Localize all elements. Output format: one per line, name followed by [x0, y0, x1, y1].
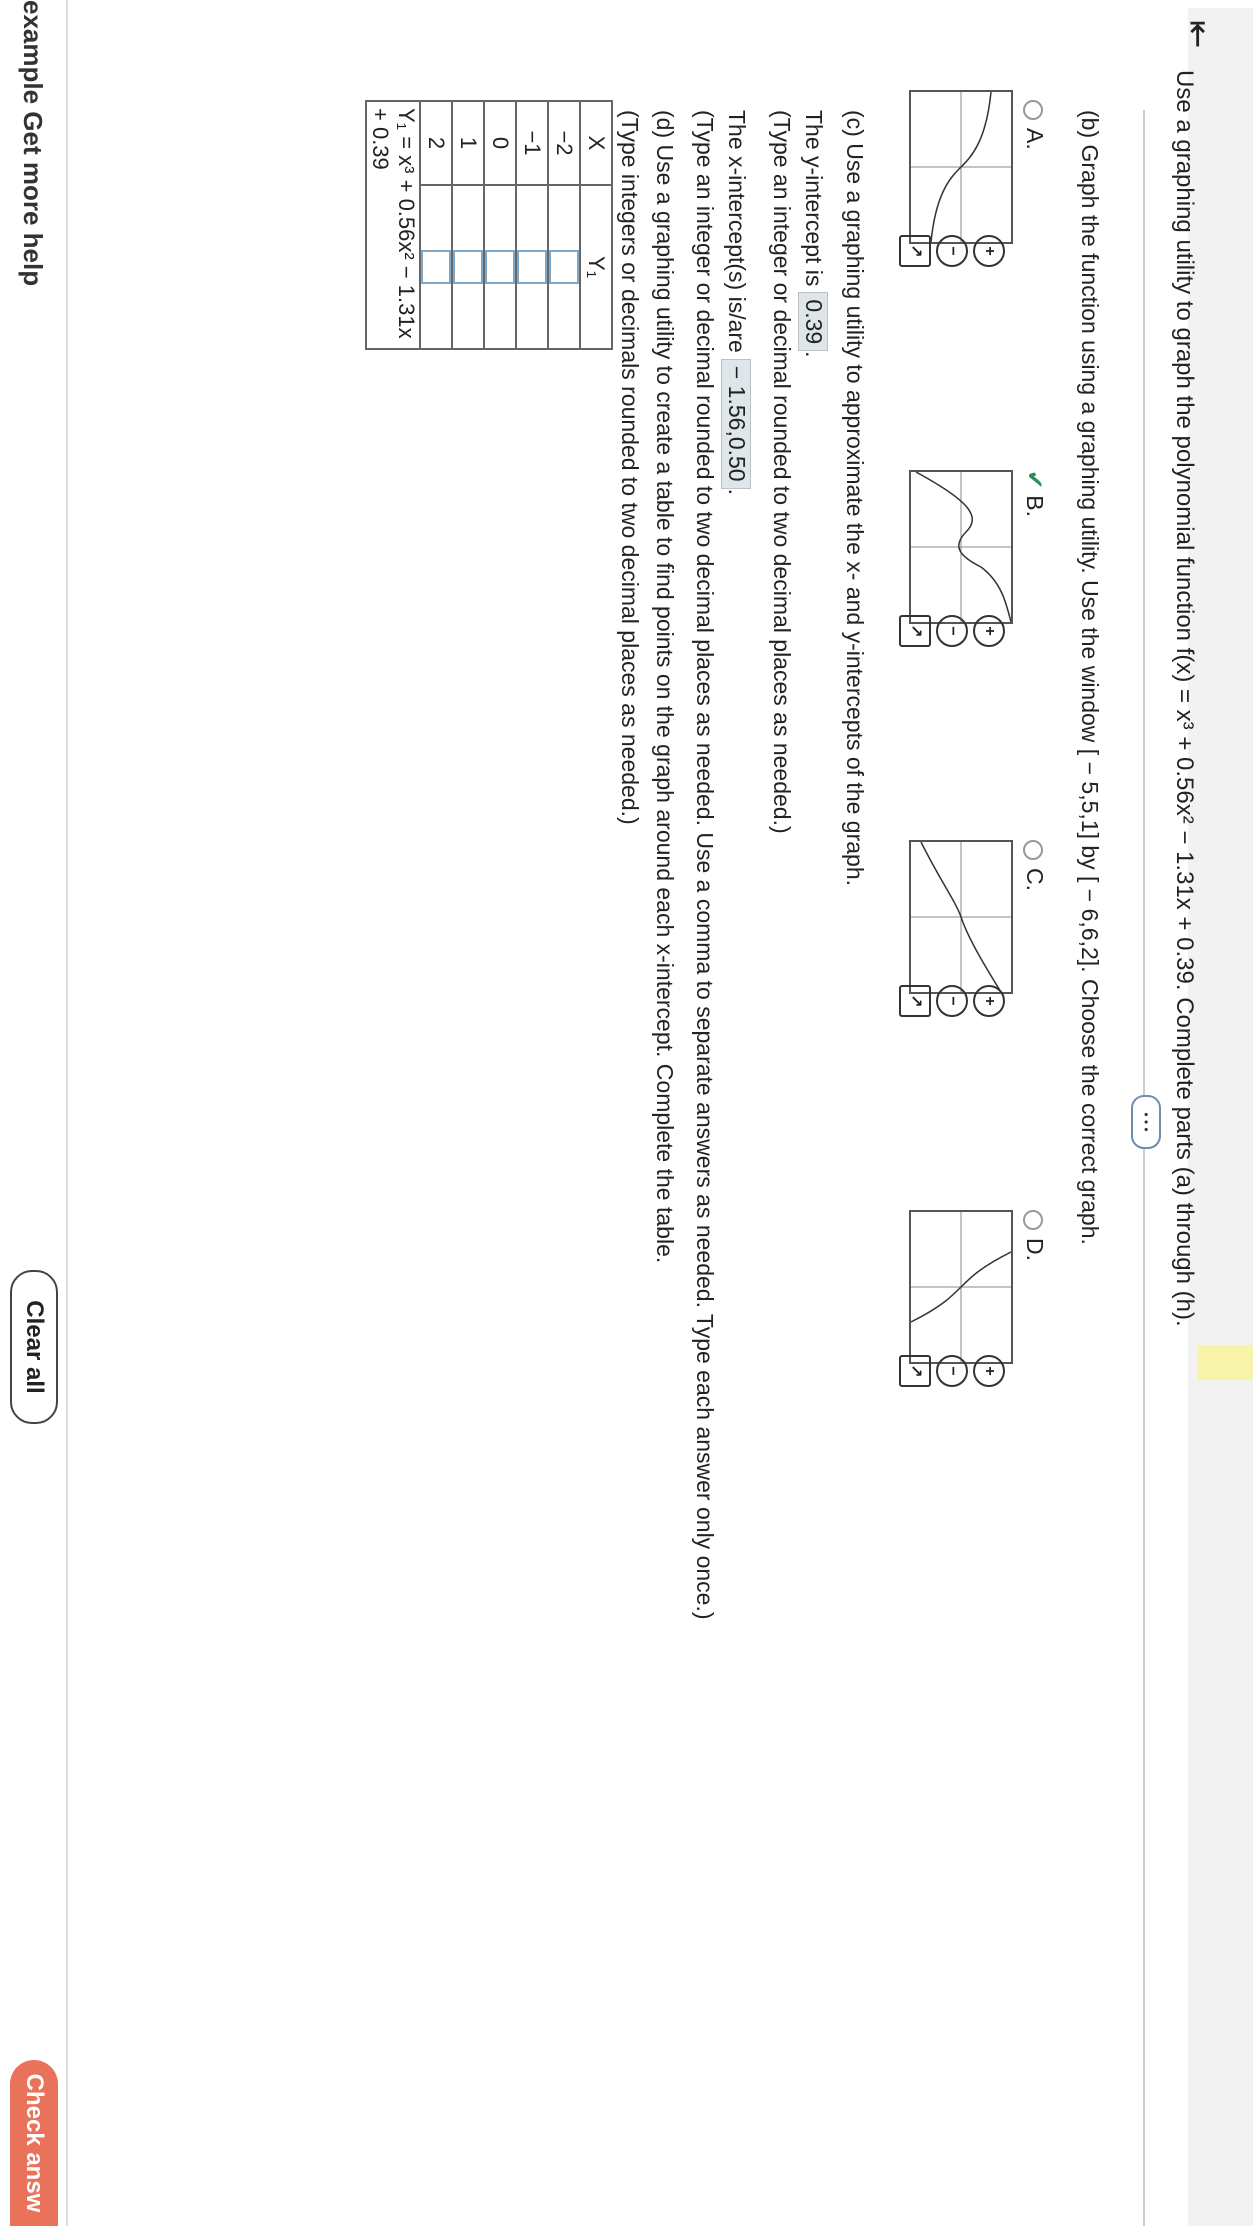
row-x: −1 — [516, 101, 548, 185]
get-more-help-link[interactable]: example Get more help — [17, 0, 48, 286]
expand-icon[interactable]: ↗ — [899, 235, 931, 267]
expand-dots-button[interactable]: • • • — [1131, 1095, 1161, 1149]
option-b-letter: B. — [1022, 495, 1048, 518]
option-a-letter: A. — [1022, 128, 1048, 150]
divider — [1143, 110, 1145, 2226]
zoom-in-icon[interactable]: + — [973, 615, 1005, 647]
table-cell[interactable] — [516, 185, 548, 349]
graph-a — [909, 90, 1013, 244]
back-arrow-icon[interactable]: ⇤ — [1178, 20, 1218, 49]
expand-icon[interactable]: ↗ — [899, 985, 931, 1017]
zoom-out-icon[interactable]: − — [936, 1355, 968, 1387]
table-cell[interactable] — [484, 185, 516, 349]
part-d-hint: (Type integers or decimals rounded to tw… — [617, 110, 643, 825]
y-hint: (Type an integer or decimal rounded to t… — [769, 110, 795, 834]
row-x: 2 — [420, 101, 452, 185]
part-b-prompt: (b) Graph the function using a graphing … — [1077, 110, 1103, 1245]
radio-d[interactable] — [1023, 1210, 1044, 1230]
highlight-tab — [1198, 1345, 1253, 1380]
option-c-letter: C. — [1022, 868, 1048, 891]
option-d[interactable]: D. — [1020, 1210, 1048, 1261]
expand-icon[interactable]: ↗ — [899, 1355, 931, 1387]
clear-all-button[interactable]: Clear all — [10, 1270, 58, 1424]
row-x: −2 — [548, 101, 580, 185]
option-c[interactable]: C. — [1020, 840, 1048, 891]
rotated-page: ⇤ Use a graphing utility to graph the po… — [0, 0, 1253, 2226]
check-answer-button[interactable]: Check answ — [10, 2060, 58, 2226]
table-cell[interactable] — [452, 185, 484, 349]
selected-check-icon: ✔ — [1022, 470, 1048, 490]
graph-c — [909, 840, 1013, 994]
zoom-out-icon[interactable]: − — [936, 985, 968, 1017]
zoom-in-icon[interactable]: + — [973, 985, 1005, 1017]
values-table: X Y₁ −2 −1 0 1 2 Y₁ = x³ + 0.56x² − 1.31x… — [365, 100, 613, 350]
zoom-in-icon[interactable]: + — [973, 1355, 1005, 1387]
part-d-prompt: (d) Use a graphing utility to create a t… — [652, 110, 678, 1264]
part-c-prompt: (c) Use a graphing utility to approximat… — [842, 110, 868, 887]
expand-icon[interactable]: ↗ — [899, 615, 931, 647]
x-intercepts-input[interactable]: − 1.56,0.50 — [721, 358, 751, 489]
row-x: 1 — [452, 101, 484, 185]
table-cell[interactable] — [420, 185, 452, 349]
y-intercept-label: The y-intercept is — [801, 110, 827, 287]
col-y-header: Y₁ — [580, 185, 612, 349]
question-text: Use a graphing utility to graph the poly… — [1171, 70, 1198, 1327]
x-hint: (Type an integer or decimal rounded to t… — [692, 110, 718, 1620]
option-d-letter: D. — [1022, 1238, 1048, 1261]
x-intercepts-label: The x-intercept(s) is/are — [724, 110, 750, 353]
footer-divider — [66, 0, 68, 2226]
option-a[interactable]: A. — [1020, 100, 1048, 150]
table-footer: Y₁ = x³ + 0.56x² − 1.31x + 0.39 — [366, 101, 420, 349]
col-x-header: X — [580, 101, 612, 185]
y-intercept-line: The y-intercept is0.39. — [798, 110, 828, 358]
zoom-in-icon[interactable]: + — [973, 235, 1005, 267]
option-b[interactable]: ✔ B. — [1020, 470, 1048, 517]
radio-a[interactable] — [1023, 100, 1044, 120]
zoom-out-icon[interactable]: − — [936, 615, 968, 647]
y-intercept-input[interactable]: 0.39 — [798, 292, 828, 352]
radio-c[interactable] — [1023, 840, 1044, 860]
x-intercepts-line: The x-intercept(s) is/are− 1.56,0.50. — [721, 110, 751, 495]
zoom-out-icon[interactable]: − — [936, 235, 968, 267]
table-cell[interactable] — [548, 185, 580, 349]
row-x: 0 — [484, 101, 516, 185]
graph-b — [909, 470, 1013, 624]
graph-d — [909, 1210, 1013, 1364]
